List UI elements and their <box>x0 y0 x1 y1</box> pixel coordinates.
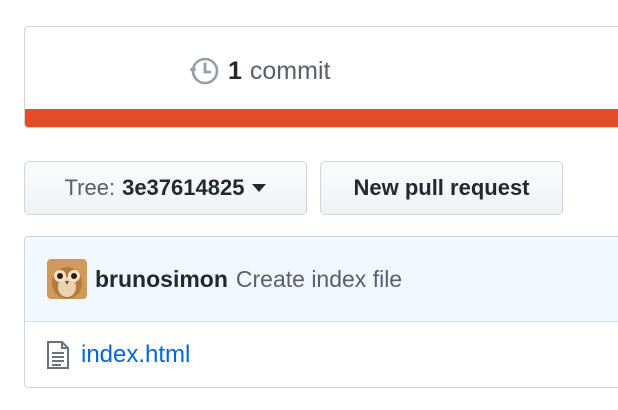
tree-select-button[interactable]: Tree: 3e37614825 <box>24 161 307 215</box>
repo-summary-box: 1 commit <box>24 26 618 128</box>
repository-page: 1 commit Tree: 3e37614825 New pull reque… <box>0 0 618 410</box>
language-bar[interactable] <box>25 109 618 127</box>
file-link-index-html[interactable]: index.html <box>81 341 190 369</box>
caret-down-icon <box>252 184 267 192</box>
tree-value: 3e37614825 <box>122 175 245 200</box>
commit-label: commit <box>249 56 331 85</box>
file-table: brunosimon Create index file index.html <box>24 236 618 388</box>
avatar[interactable] <box>47 259 87 299</box>
history-icon <box>190 56 220 86</box>
commit-message[interactable]: Create index file <box>236 266 402 293</box>
tree-prefix-label: Tree: <box>64 175 116 200</box>
file-row: index.html <box>25 322 618 387</box>
new-pull-request-button[interactable]: New pull request <box>320 161 563 215</box>
commit-author[interactable]: brunosimon <box>95 266 228 293</box>
commits-link[interactable]: 1 commit <box>190 55 330 87</box>
latest-commit-row: brunosimon Create index file <box>25 237 618 322</box>
file-text-icon <box>45 340 71 370</box>
commit-count: 1 <box>228 56 242 85</box>
